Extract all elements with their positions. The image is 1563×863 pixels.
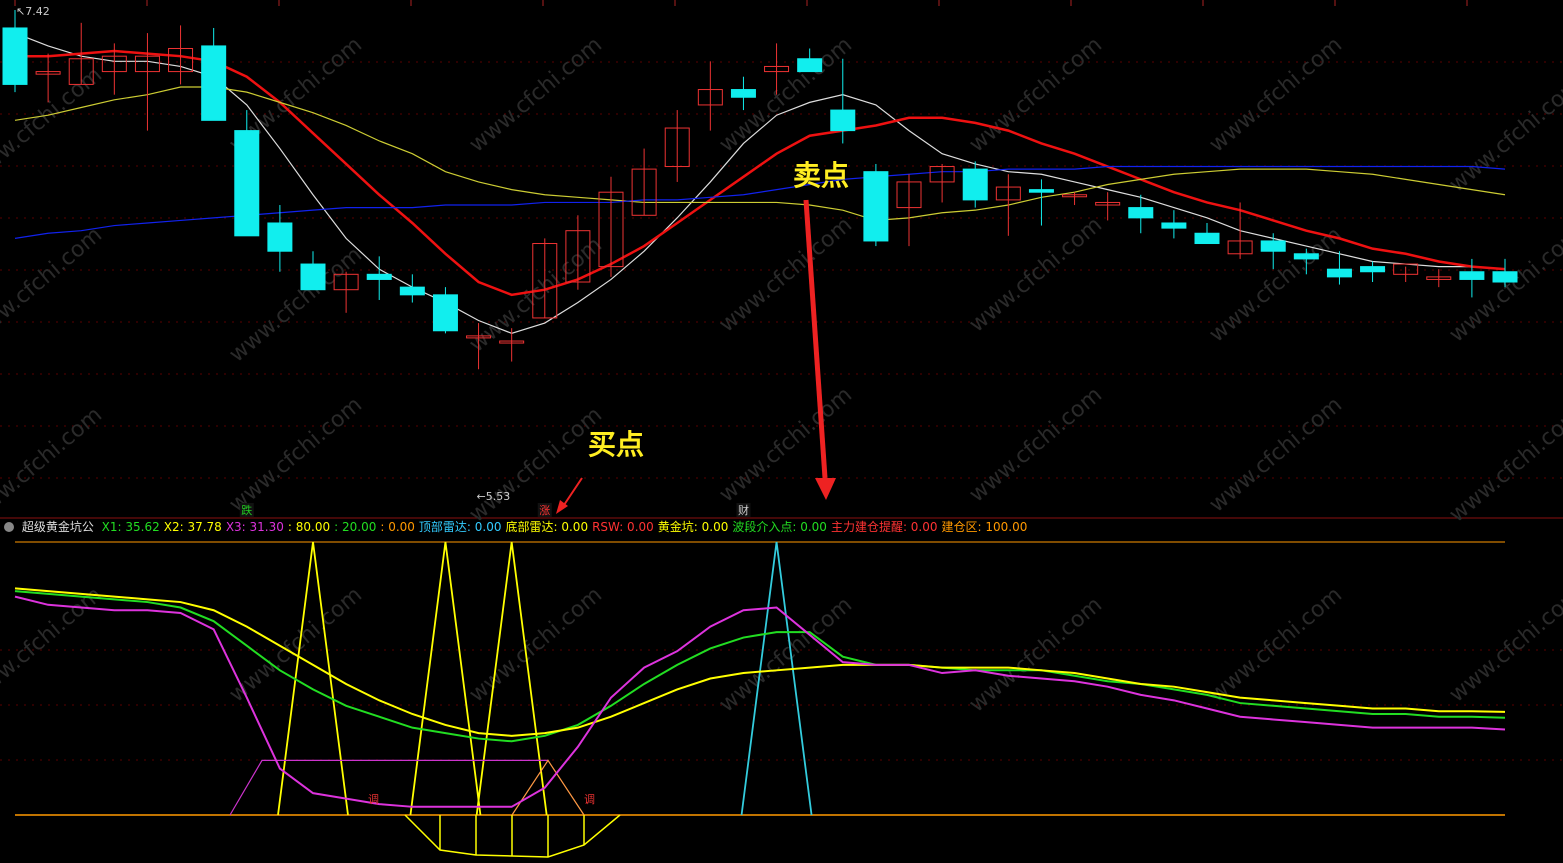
candle-body: [1194, 232, 1220, 245]
buy-point-label: 买点: [588, 428, 644, 461]
watermark-text: www.cfchi.com: [965, 592, 1107, 717]
watermark-text: www.cfchi.com: [1205, 582, 1347, 707]
indicator-value-0: X1: 35.62: [101, 520, 160, 534]
watermark-text: www.cfchi.com: [1445, 72, 1563, 197]
adjust-label: 调: [368, 793, 379, 806]
candle-body: [1128, 207, 1154, 219]
watermark-text: www.cfchi.com: [1205, 32, 1347, 157]
annotations: ↖7.42 ←5.53 跌 涨 财 买点 卖点: [16, 5, 849, 517]
watermark-text: www.cfchi.com: [0, 222, 107, 347]
candle-body: [432, 294, 458, 332]
adjust-label: 调: [584, 793, 595, 806]
watermark-text: www.cfchi.com: [965, 382, 1107, 507]
watermark-text: www.cfchi.com: [0, 402, 107, 527]
golden-pit-peak: [511, 759, 585, 816]
candle-body: [962, 168, 988, 201]
candle-body: [2, 27, 28, 85]
watermark-text: www.cfchi.com: [965, 32, 1107, 157]
watermark-text: www.cfchi.com: [465, 582, 607, 707]
buy-arrow: [561, 477, 583, 509]
signal-marker: 涨: [539, 504, 550, 517]
high-price-label: ↖7.42: [16, 5, 50, 18]
indicator-values: X1: 35.62 X2: 37.78 X3: 31.30: 80.00: 20.0…: [102, 520, 1032, 534]
indicator-value-3: : 80.00: [287, 520, 331, 534]
candle-body: [830, 109, 856, 132]
candlestick-series: [2, 10, 1518, 370]
collapse-icon[interactable]: [4, 522, 14, 532]
indicator-value-12: 建仓区: 100.00: [941, 520, 1028, 534]
candle-body: [797, 58, 823, 73]
indicator-name[interactable]: 超级黄金坑公: [22, 520, 94, 534]
candle-body: [399, 286, 425, 296]
watermark-text: www.cfchi.com: [965, 212, 1107, 337]
candle-body: [300, 263, 326, 291]
indicator-value-7: 底部雷达: 0.00: [505, 520, 589, 534]
candle-body: [1028, 189, 1054, 193]
indicator-value-10: 波段介入点: 0.00: [732, 520, 827, 534]
chart-canvas: www.cfchi.com www.cfchi.com www.cfchi.com w…: [0, 0, 1563, 858]
bottom-radar-spike: [409, 541, 482, 816]
watermark-text: www.cfchi.com: [1445, 582, 1563, 707]
watermark-text: www.cfchi.com: [1445, 222, 1563, 347]
watermark-text: www.cfchi.com: [465, 402, 607, 527]
candle-body: [1260, 240, 1286, 252]
watermark-text: www.cfchi.com: [715, 212, 857, 337]
indicator-value-5: : 0.00: [380, 520, 415, 534]
low-price-label: ←5.53: [477, 490, 511, 503]
sell-point-label: 卖点: [793, 159, 849, 192]
candle-body: [1161, 222, 1187, 229]
watermark-text: www.cfchi.com: [0, 582, 107, 707]
candle-body: [1492, 271, 1518, 283]
watermark-text: www.cfchi.com: [1205, 392, 1347, 517]
watermark-text: www.cfchi.com: [465, 232, 607, 357]
candle-body: [1326, 268, 1352, 278]
indicator-legend-bar: 超级黄金坑公 X1: 35.62 X2: 37.78 X3: 31.30: 80.0…: [0, 519, 1563, 535]
watermark-text: www.cfchi.com: [715, 382, 857, 507]
candle-body: [201, 45, 227, 121]
candle-body: [1293, 253, 1319, 260]
watermark-text: www.cfchi.com: [465, 32, 607, 157]
signal-marker: 财: [738, 503, 749, 517]
indicator-value-11: 主力建仓提醒: 0.00: [830, 520, 938, 534]
candle-body: [730, 89, 756, 98]
indicator-value-9: 黄金坑: 0.00: [657, 520, 729, 534]
indicator-value-8: RSW: 0.00: [592, 520, 654, 534]
signal-marker: 跌: [241, 503, 252, 517]
candle-body: [1459, 271, 1485, 280]
sell-arrow-head: [815, 478, 836, 500]
indicator-value-1: X2: 37.78: [163, 520, 222, 534]
candle-body: [863, 171, 889, 242]
candle-body: [234, 130, 260, 237]
indicator-value-6: 顶部雷达: 0.00: [418, 520, 502, 534]
watermark-text: www.cfchi.com: [1445, 402, 1563, 527]
candle-body: [1360, 266, 1386, 273]
indicator-value-4: : 20.00: [334, 520, 377, 534]
candle-body: [366, 273, 392, 280]
indicator-value-2: X3: 31.30: [225, 520, 284, 534]
candle-body: [267, 222, 293, 252]
watermark-text: www.cfchi.com: [225, 392, 367, 517]
